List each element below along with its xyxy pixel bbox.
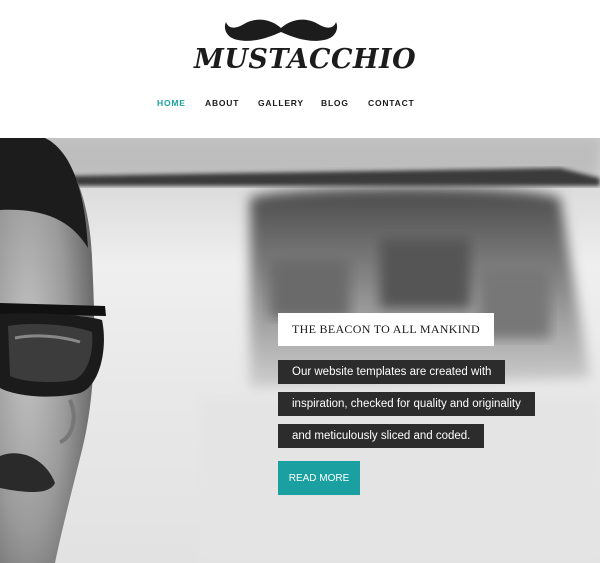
hero-description-line-2: inspiration, checked for quality and ori… [278, 392, 535, 416]
hero-banner: THE BEACON TO ALL MANKIND Our website te… [0, 138, 600, 563]
logo-text: MUSTACCHIO [194, 44, 417, 75]
hero-photo [0, 138, 600, 563]
nav-item-about[interactable]: ABOUT [205, 98, 239, 108]
nav-item-contact[interactable]: CONTACT [368, 98, 415, 108]
nav-item-gallery[interactable]: GALLERY [258, 98, 304, 108]
hero-headline: THE BEACON TO ALL MANKIND [278, 313, 494, 346]
read-more-button[interactable]: READ MORE [278, 461, 360, 495]
hero-description-line-1: Our website templates are created with [278, 360, 506, 384]
nav-item-blog[interactable]: BLOG [321, 98, 349, 108]
hero-description-line-3: and meticulously sliced and coded. [278, 424, 485, 448]
site-header: MUSTACCHIO HOME ABOUT GALLERY BLOG CONTA… [0, 0, 600, 138]
site-logo[interactable]: MUSTACCHIO [190, 18, 416, 78]
nav-item-home[interactable]: HOME [157, 98, 186, 108]
main-nav: HOME ABOUT GALLERY BLOG CONTACT [0, 98, 600, 114]
